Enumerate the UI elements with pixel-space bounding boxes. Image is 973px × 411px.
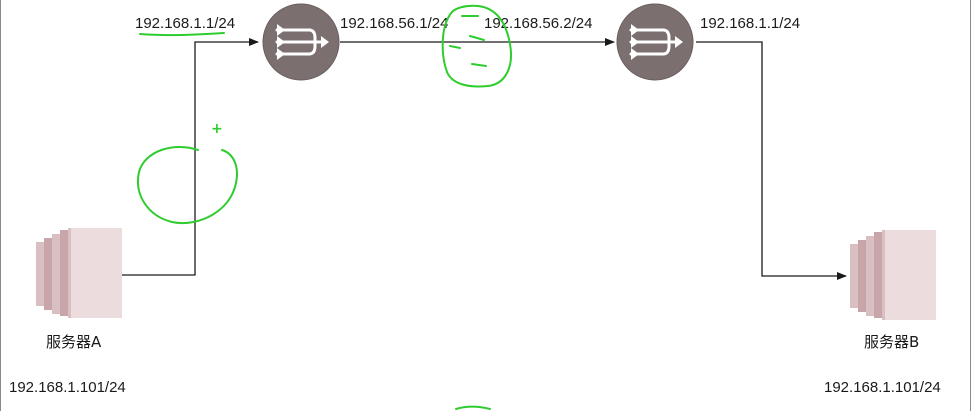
link-router-2-to-server-b [696,41,847,280]
router-2-right-ip-label: 192.168.1.1/24 [700,15,800,32]
server-b-name-label: 服务器B [864,333,919,351]
network-diagram-canvas: 192.168.1.1/24 192.168.56.1/24 192.168.5… [0,0,973,411]
router-icon [262,3,340,81]
annotation-plus: + [211,121,223,137]
server-icon [36,228,122,318]
router-icon [616,3,694,81]
router-1-right-ip-label: 192.168.56.1/24 [340,15,448,32]
annotation-underline [139,32,225,37]
router-1-left-ip-label: 192.168.1.1/24 [135,15,235,32]
server-a-name-label: 服务器A [46,333,102,351]
server-a-ip-label: 192.168.1.101/24 [9,379,126,396]
annotation-bottom-mark [455,405,491,410]
diagram-svg: 192.168.1.1/24 192.168.56.1/24 192.168.5… [9,3,941,410]
annotation-circle [137,146,238,224]
server-b-ip-label: 192.168.1.101/24 [824,379,941,396]
server-icon [850,230,936,320]
link-server-a-to-router-1 [122,38,259,276]
